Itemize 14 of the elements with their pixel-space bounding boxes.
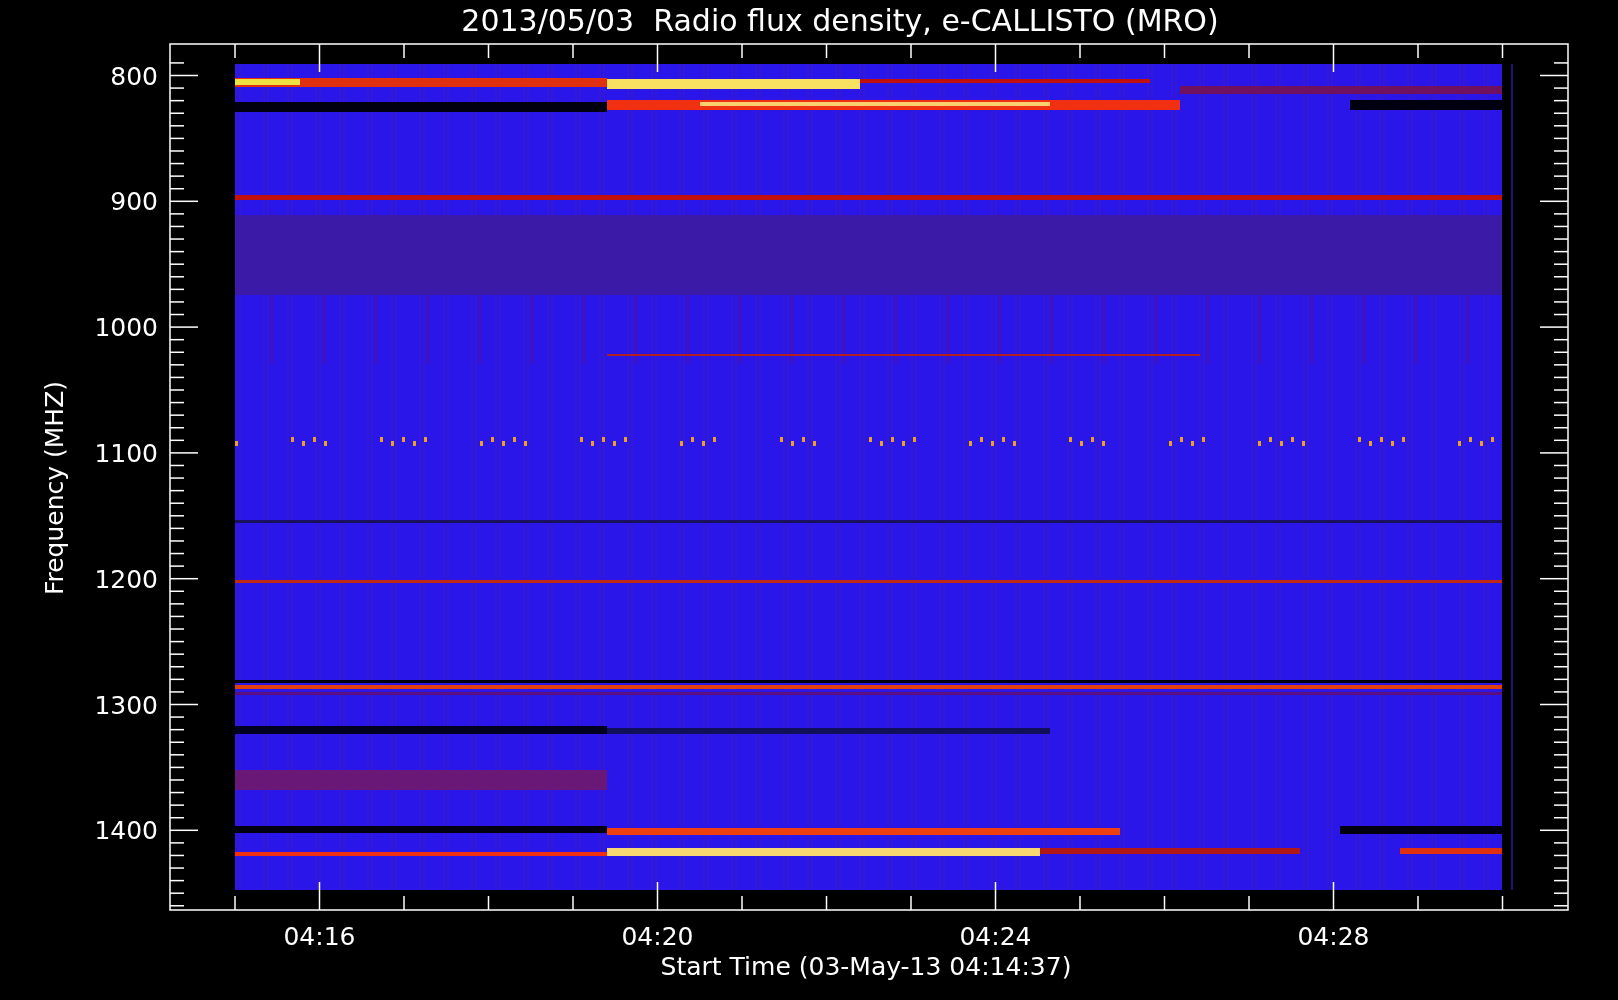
y-tick-label: 1400 — [94, 816, 158, 846]
y-tick-label: 1000 — [94, 313, 158, 343]
plot-title: 2013/05/03 Radio flux density, e-CALLISTO (MRO) — [461, 3, 1219, 38]
x-tick-label: 04:24 — [959, 922, 1032, 951]
x-tick-label: 04:28 — [1297, 922, 1370, 951]
y-tick-label: 1300 — [94, 690, 158, 720]
y-tick-label: 1200 — [94, 564, 158, 594]
x-tick-label: 04:16 — [283, 922, 356, 951]
x-tick-label: 04:20 — [621, 922, 694, 951]
x-axis-label: Start Time (03-May-13 04:14:37) — [660, 952, 1072, 981]
y-tick-label: 900 — [110, 187, 158, 217]
y-tick-label: 1100 — [94, 438, 158, 468]
y-axis-label: Frequency (MHZ) — [40, 380, 69, 596]
y-tick-label: 800 — [110, 61, 158, 91]
